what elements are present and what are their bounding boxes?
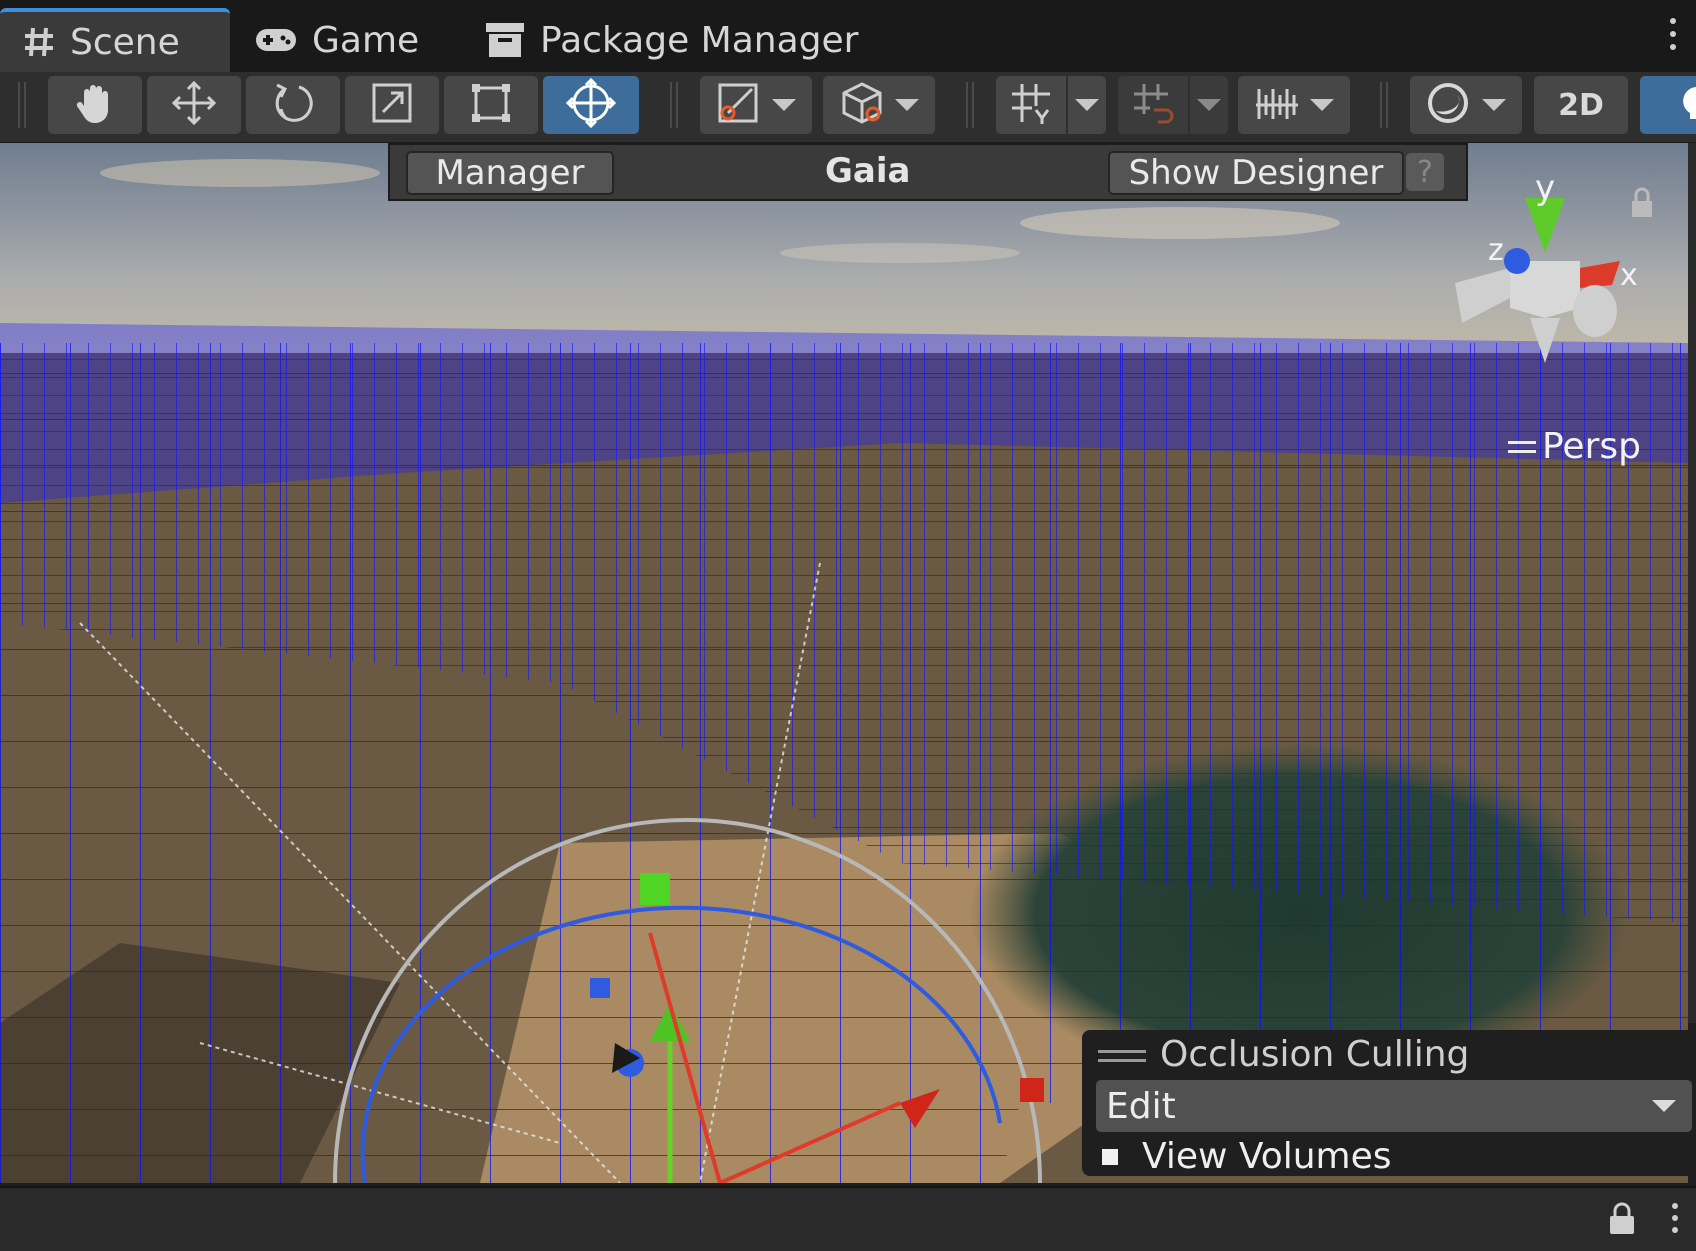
scene-toolbar: 2D — [0, 72, 1696, 143]
chevron-down-icon — [1197, 99, 1221, 111]
viewport-scrollbar[interactable] — [1688, 143, 1696, 1023]
chevron-down-icon — [1075, 99, 1099, 111]
hand-tool-button[interactable] — [48, 76, 142, 134]
lock-icon[interactable] — [1608, 1202, 1636, 1240]
toolbar-grip[interactable] — [1380, 82, 1388, 128]
grid-hash-icon — [22, 25, 56, 59]
move-arrows-icon — [169, 78, 219, 132]
projection-toggle[interactable]: Persp — [1508, 426, 1641, 467]
rotate-tool-button[interactable] — [246, 76, 340, 134]
rotate-icon — [269, 79, 317, 131]
occlusion-panel-title: Occlusion Culling — [1160, 1034, 1470, 1075]
drag-handle-icon[interactable] — [1098, 1050, 1146, 1068]
tab-label: Scene — [70, 21, 180, 63]
occlusion-mode-select[interactable]: Edit — [1096, 1080, 1692, 1132]
tab-scene[interactable]: Scene — [0, 8, 230, 72]
ruler-increment-icon — [1254, 83, 1300, 127]
transform-gizmo-icon — [565, 77, 617, 132]
tab-label: Package Manager — [540, 19, 859, 61]
gizmo-x-label: x — [1620, 258, 1638, 293]
rect-tool-button[interactable] — [444, 76, 538, 134]
transform-tool-button[interactable] — [543, 76, 639, 134]
package-icon — [484, 21, 526, 59]
chevron-down-icon — [1652, 1100, 1676, 1112]
toolbar-grip[interactable] — [966, 82, 974, 128]
view-volumes-checkbox[interactable] — [1102, 1148, 1118, 1165]
move-tool-button[interactable] — [147, 76, 241, 134]
gizmo-y-label: y — [1535, 168, 1556, 208]
occlusion-mode-value: Edit — [1106, 1085, 1176, 1127]
scale-icon — [369, 80, 415, 130]
tab-options-menu[interactable] — [1668, 14, 1678, 58]
gaia-overlay-bar: Manager Gaia Show Designer ? — [388, 143, 1468, 201]
show-designer-button[interactable]: Show Designer — [1108, 151, 1404, 195]
projection-lines-icon — [1508, 435, 1536, 459]
help-label: ? — [1417, 154, 1433, 190]
light-bulb-icon — [1676, 83, 1696, 127]
cube-local-icon — [839, 80, 885, 130]
view-volumes-label: View Volumes — [1142, 1136, 1392, 1177]
bottom-status-bar — [0, 1186, 1696, 1251]
gamepad-icon — [254, 25, 298, 55]
rect-transform-icon — [468, 80, 514, 130]
occlusion-culling-panel: Occlusion Culling Edit View Volumes — [1082, 1030, 1696, 1177]
shading-mode-dropdown[interactable] — [1410, 76, 1522, 134]
chevron-down-icon — [1310, 99, 1334, 111]
pivot-icon — [716, 81, 760, 129]
scene-render — [0, 143, 1688, 1183]
show-designer-label: Show Designer — [1128, 153, 1384, 193]
gizmo-z-label: z — [1488, 233, 1504, 268]
increment-snap-dropdown[interactable] — [1238, 76, 1350, 134]
gaia-manager-button[interactable]: Manager — [406, 151, 614, 195]
grid-snap-button[interactable] — [1118, 76, 1188, 134]
tab-label: Game — [312, 19, 420, 61]
tab-package-manager[interactable]: Package Manager — [462, 8, 882, 72]
grid-snap-icon — [1130, 80, 1176, 130]
chevron-down-icon — [772, 99, 796, 111]
hand-icon — [72, 80, 118, 130]
snap-options-dropdown[interactable] — [1190, 76, 1228, 134]
tab-game[interactable]: Game — [232, 8, 462, 72]
help-icon[interactable]: ? — [1406, 153, 1444, 191]
toggle-2d-button[interactable]: 2D — [1534, 76, 1628, 134]
gaia-manager-label: Manager — [435, 153, 585, 193]
view-volumes-toggle[interactable]: View Volumes — [1102, 1136, 1392, 1177]
chevron-down-icon — [895, 99, 919, 111]
toolbar-grip[interactable] — [670, 82, 678, 128]
grid-visibility-button[interactable] — [996, 76, 1066, 134]
tab-bar: Scene Game Package Manager — [0, 0, 1696, 73]
pivot-mode-dropdown[interactable] — [700, 76, 812, 134]
lighting-toggle-button[interactable] — [1640, 76, 1696, 134]
projection-label: Persp — [1542, 426, 1641, 467]
grid-y-icon — [1008, 80, 1054, 130]
chevron-down-icon — [1482, 99, 1506, 111]
gaia-title: Gaia — [825, 151, 911, 191]
more-options-icon[interactable] — [1670, 1200, 1680, 1239]
pivot-rotation-dropdown[interactable] — [823, 76, 935, 134]
shaded-sphere-icon — [1426, 81, 1470, 129]
scene-viewport[interactable]: y z x — [0, 143, 1688, 1183]
toolbar-grip[interactable] — [18, 82, 26, 128]
scale-tool-button[interactable] — [345, 76, 439, 134]
toggle-2d-label: 2D — [1558, 87, 1604, 123]
grid-options-dropdown[interactable] — [1068, 76, 1106, 134]
